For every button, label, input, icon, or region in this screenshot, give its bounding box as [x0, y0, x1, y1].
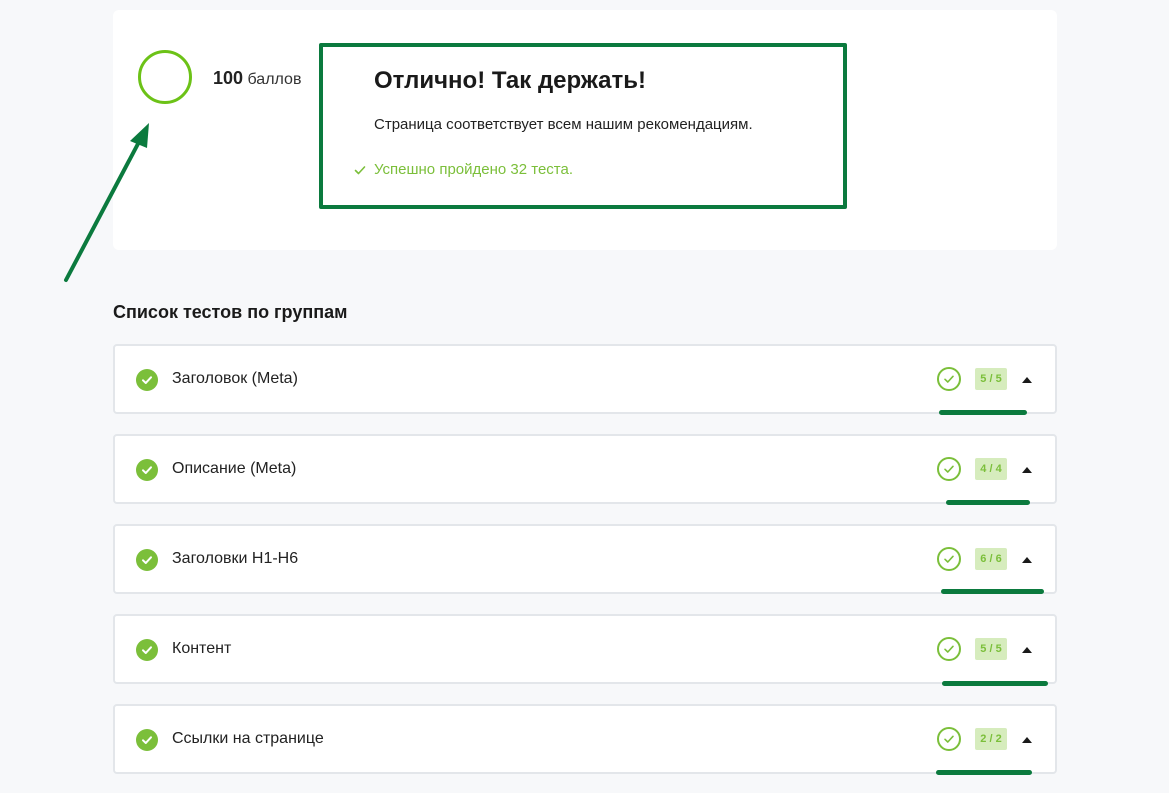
- group-count-badge: 5 / 5: [975, 368, 1007, 390]
- section-title: Список тестов по группам: [113, 302, 348, 322]
- check-ring-icon: [937, 367, 961, 391]
- group-count-badge: 2 / 2: [975, 728, 1007, 750]
- annotation-underline: [942, 681, 1048, 686]
- result-description: Страница соответствует всем нашим рекоме…: [374, 116, 753, 133]
- group-count-badge: 4 / 4: [975, 458, 1007, 480]
- page: 100 баллов Отлично! Так держать! Страниц…: [0, 0, 1169, 793]
- check-circle-icon: [136, 639, 158, 661]
- score: 100 баллов: [213, 67, 301, 91]
- annotation-underline: [936, 770, 1032, 775]
- check-circle-icon: [136, 549, 158, 571]
- result-highlight: Отлично! Так держать! Страница соответст…: [319, 43, 847, 209]
- passed-summary: Успешно пройдено 32 теста.: [354, 161, 573, 178]
- annotation-underline: [939, 410, 1027, 415]
- check-circle-icon: [136, 729, 158, 751]
- group-row[interactable]: Контент 5 / 5: [113, 614, 1057, 684]
- check-ring-icon: [937, 547, 961, 571]
- result-title: Отлично! Так держать!: [374, 67, 647, 94]
- group-count-badge: 6 / 6: [975, 548, 1007, 570]
- score-unit: баллов: [247, 71, 302, 88]
- group-name: Описание (Meta): [172, 460, 297, 477]
- group-count-badge: 5 / 5: [975, 638, 1007, 660]
- group-name: Контент: [172, 640, 232, 657]
- check-circle-icon: [136, 459, 158, 481]
- test-groups-list: Заголовок (Meta) 5 / 5 Описание (Meta) 4…: [113, 344, 1057, 793]
- group-row[interactable]: Заголовки H1-H6 6 / 6: [113, 524, 1057, 594]
- score-value: 100: [213, 68, 244, 88]
- group-name: Ссылки на странице: [172, 730, 324, 747]
- group-name: Заголовок (Meta): [172, 370, 298, 387]
- annotation-underline: [946, 500, 1030, 505]
- score-ring-icon: [138, 50, 192, 104]
- check-ring-icon: [937, 637, 961, 661]
- check-icon: [354, 165, 366, 174]
- group-name: Заголовки H1-H6: [172, 550, 299, 567]
- check-circle-icon: [136, 369, 158, 391]
- caret-up-icon[interactable]: [1020, 373, 1034, 387]
- passed-text: Успешно пройдено 32 теста.: [374, 161, 573, 178]
- group-row[interactable]: Описание (Meta) 4 / 4: [113, 434, 1057, 504]
- annotation-underline: [941, 589, 1044, 594]
- caret-up-icon[interactable]: [1020, 733, 1034, 747]
- caret-up-icon[interactable]: [1020, 643, 1034, 657]
- caret-up-icon[interactable]: [1020, 463, 1034, 477]
- group-row[interactable]: Ссылки на странице 2 / 2: [113, 704, 1057, 774]
- check-ring-icon: [937, 727, 961, 751]
- group-row[interactable]: Заголовок (Meta) 5 / 5: [113, 344, 1057, 414]
- caret-up-icon[interactable]: [1020, 553, 1034, 567]
- check-ring-icon: [937, 457, 961, 481]
